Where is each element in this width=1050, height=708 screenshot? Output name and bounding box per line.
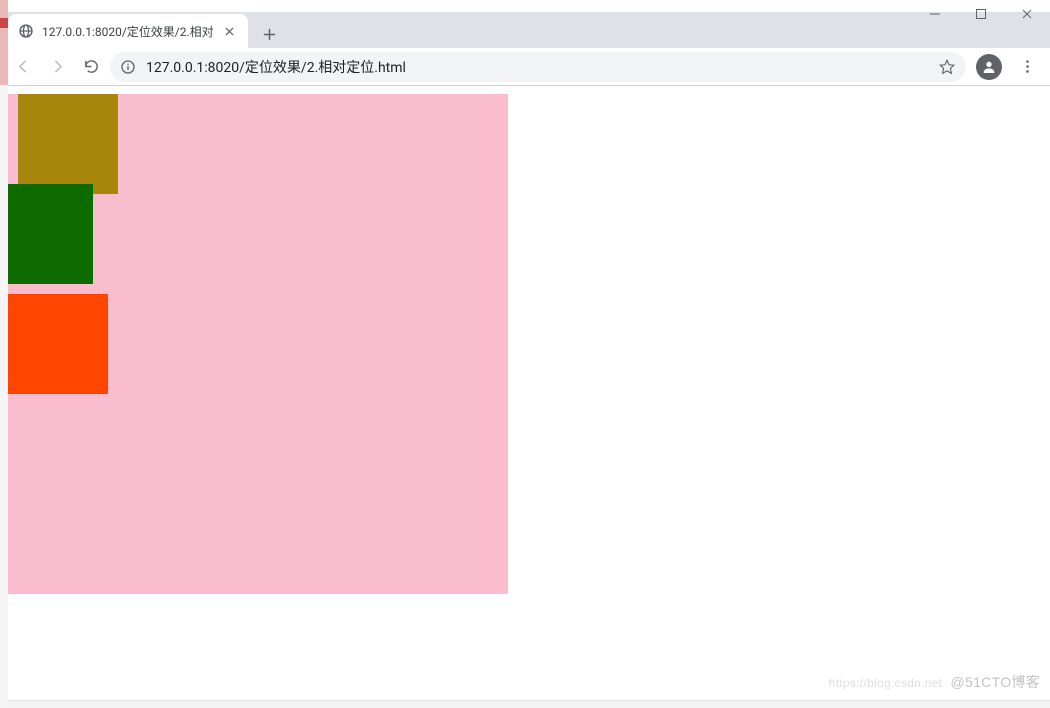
tab-title: 127.0.0.1:8020/定位效果/2.相对 xyxy=(42,23,214,40)
window-minimize-button[interactable] xyxy=(912,0,958,28)
watermark-main: @51CTO博客 xyxy=(951,674,1040,690)
browser-tab[interactable]: 127.0.0.1:8020/定位效果/2.相对 xyxy=(8,14,248,48)
background-window-sliver xyxy=(0,0,8,708)
tab-close-button[interactable] xyxy=(222,23,238,39)
profile-avatar[interactable] xyxy=(976,54,1002,80)
titlebar xyxy=(0,0,1050,12)
watermark: https://blog.csdn.net @51CTO博客 xyxy=(829,672,1040,692)
window-controls xyxy=(912,0,1050,28)
box-green xyxy=(0,184,93,284)
forward-button[interactable] xyxy=(42,52,72,82)
taskbar-sliver xyxy=(0,700,1050,708)
tab-strip: 127.0.0.1:8020/定位效果/2.相对 xyxy=(0,12,1050,48)
box-orange xyxy=(8,294,108,394)
new-tab-button[interactable] xyxy=(256,20,284,48)
address-bar[interactable]: 127.0.0.1:8020/定位效果/2.相对定位.html xyxy=(110,52,966,82)
background-window-accent xyxy=(0,18,8,28)
globe-icon xyxy=(18,23,34,39)
browser-toolbar: 127.0.0.1:8020/定位效果/2.相对定位.html xyxy=(0,48,1050,86)
menu-button[interactable] xyxy=(1012,52,1042,82)
bookmark-star-icon[interactable] xyxy=(938,58,956,76)
watermark-url: https://blog.csdn.net xyxy=(829,676,943,690)
window-close-button[interactable] xyxy=(1004,0,1050,28)
site-info-icon[interactable] xyxy=(120,59,136,75)
box-olive xyxy=(18,94,118,194)
pink-container xyxy=(8,94,508,594)
page-body xyxy=(8,94,1050,594)
back-button[interactable] xyxy=(8,52,38,82)
reload-button[interactable] xyxy=(76,52,106,82)
url-text: 127.0.0.1:8020/定位效果/2.相对定位.html xyxy=(146,57,928,77)
window-maximize-button[interactable] xyxy=(958,0,1004,28)
page-viewport: https://blog.csdn.net @51CTO博客 xyxy=(0,86,1050,700)
